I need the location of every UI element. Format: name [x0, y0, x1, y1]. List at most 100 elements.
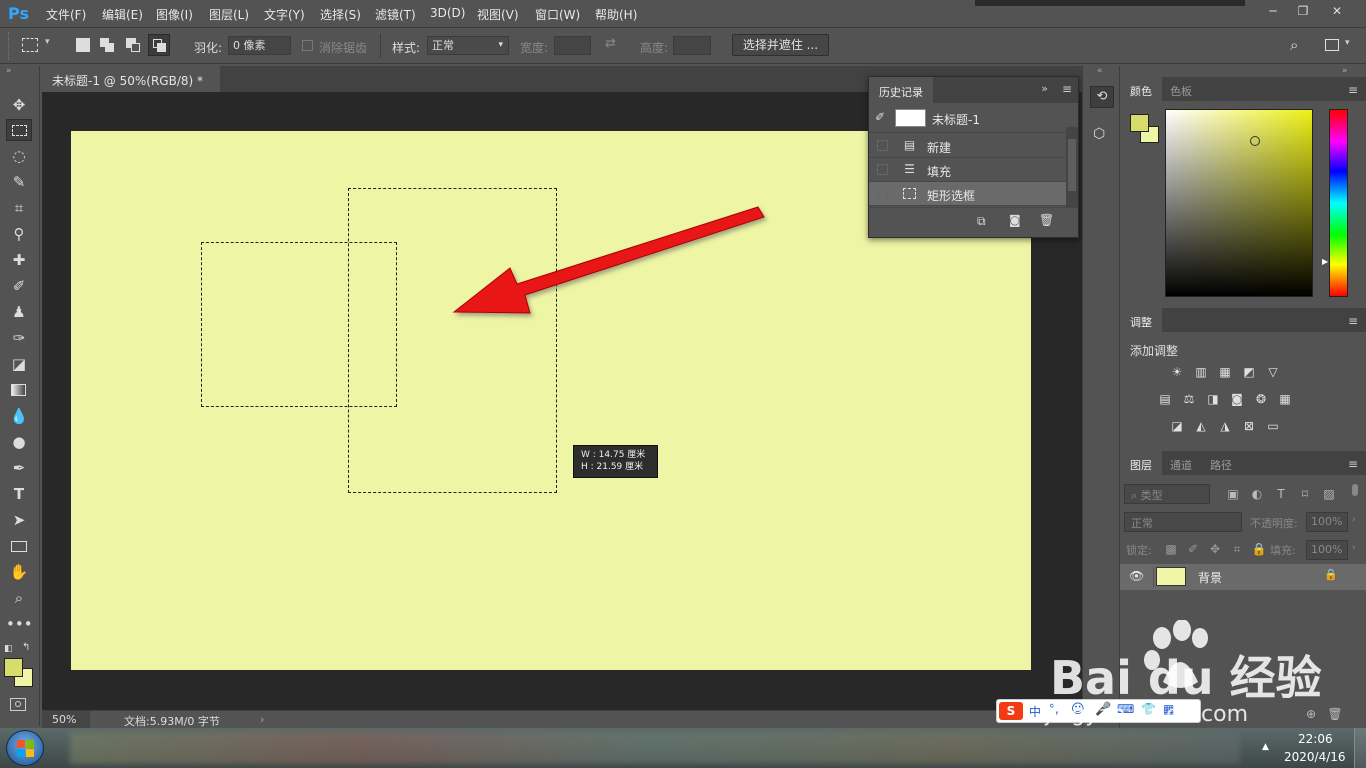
tab-channels[interactable]: 通道	[1160, 451, 1202, 475]
fill-input[interactable]: 100%	[1306, 540, 1348, 560]
menu-3d[interactable]: 3D(D)	[430, 6, 465, 20]
curves-icon[interactable]: ▦	[1216, 364, 1234, 380]
history-item-fill[interactable]: ☰ 填充	[869, 158, 1066, 182]
levels-icon[interactable]: ▥	[1192, 364, 1210, 380]
collapse-icon[interactable]: »	[6, 66, 12, 76]
tab-color[interactable]: 颜色	[1120, 77, 1162, 101]
clock-time[interactable]: 22:06	[1298, 732, 1333, 746]
menu-type[interactable]: 文字(Y)	[264, 6, 305, 23]
marquee-preset-icon[interactable]	[22, 38, 38, 52]
swap-icon[interactable]: ⇄	[605, 36, 616, 51]
panel-menu-icon[interactable]: ≡	[1348, 83, 1358, 97]
height-input[interactable]	[673, 36, 711, 55]
tab-history[interactable]: 历史记录	[869, 77, 933, 103]
history-checkbox[interactable]	[877, 188, 888, 199]
marquee-tool-icon[interactable]	[6, 119, 32, 141]
history-brush-tool-icon[interactable]: ✑	[6, 327, 32, 349]
clock-date[interactable]: 2020/4/16	[1284, 750, 1346, 764]
color-balance-icon[interactable]: ⚖	[1180, 391, 1198, 407]
antialias-checkbox[interactable]	[302, 40, 313, 51]
chevron-down-icon[interactable]: ▾	[45, 37, 50, 47]
history-item-new[interactable]: ▤ 新建	[869, 134, 1066, 158]
filter-pixel-icon[interactable]: ▣	[1224, 486, 1242, 502]
select-and-mask-button[interactable]: 选择并遮住 ...	[732, 34, 829, 56]
menu-layer[interactable]: 图层(L)	[209, 6, 249, 23]
new-document-from-state-icon[interactable]: ⧉	[977, 214, 986, 229]
chevron-right-icon[interactable]: ›	[1352, 515, 1356, 525]
lasso-tool-icon[interactable]: ◌	[6, 145, 32, 167]
subtract-selection-icon[interactable]	[126, 38, 140, 52]
hue-saturation-icon[interactable]: ▤	[1156, 391, 1174, 407]
menu-filter[interactable]: 滤镜(T)	[375, 6, 416, 23]
more-tools-icon[interactable]: •••	[6, 613, 33, 635]
menu-window[interactable]: 窗口(W)	[535, 6, 580, 23]
menu-image[interactable]: 图像(I)	[156, 6, 193, 23]
start-button[interactable]	[6, 730, 44, 766]
layer-row-background[interactable]: 👁 背景 🔒	[1120, 564, 1366, 590]
gradient-map-icon[interactable]: ▭	[1264, 418, 1282, 434]
history-snapshot[interactable]: ✐ 未标题-1	[869, 103, 1066, 133]
layer-filter-select[interactable]: ⌕ 类型	[1124, 484, 1210, 504]
healing-brush-tool-icon[interactable]: ✚	[6, 249, 32, 271]
lock-transparency-icon[interactable]: ▩	[1162, 541, 1180, 557]
type-tool-icon[interactable]: T	[6, 483, 32, 505]
add-selection-icon[interactable]	[100, 38, 114, 52]
search-icon[interactable]: ⌕	[1290, 36, 1298, 54]
move-tool-icon[interactable]: ✥	[6, 94, 32, 116]
brightness-icon[interactable]: ☀	[1168, 364, 1186, 380]
color-field[interactable]	[1165, 109, 1313, 297]
blur-tool-icon[interactable]: 💧	[6, 405, 32, 427]
eraser-tool-icon[interactable]: ◪	[6, 353, 32, 375]
chevron-down-icon[interactable]: ▾	[1345, 38, 1350, 48]
minimize-icon[interactable]: ─	[1258, 2, 1288, 20]
brush-tool-icon[interactable]: ✐	[6, 275, 32, 297]
eyedropper-tool-icon[interactable]: ⚲	[6, 223, 32, 245]
filter-toggle[interactable]	[1352, 484, 1358, 496]
photo-filter-icon[interactable]: ◙	[1228, 391, 1246, 407]
lock-all-icon[interactable]: 🔒	[1250, 541, 1268, 557]
foreground-color-swatch[interactable]	[1130, 114, 1149, 132]
color-lookup-icon[interactable]: ▦	[1276, 391, 1294, 407]
quick-select-tool-icon[interactable]: ✎	[6, 171, 32, 193]
hue-slider-handle[interactable]: ▶	[1322, 257, 1328, 266]
history-brush-icon[interactable]: ✐	[875, 110, 885, 124]
vibrance-icon[interactable]: ▽	[1264, 364, 1282, 380]
swap-colors-icon[interactable]: ↰	[22, 642, 30, 653]
dodge-tool-icon[interactable]: ●	[6, 431, 32, 453]
hue-slider[interactable]	[1329, 109, 1348, 297]
posterize-icon[interactable]: ◭	[1192, 418, 1210, 434]
zoom-tool-icon[interactable]: ⌕	[6, 587, 32, 609]
selective-color-icon[interactable]: ⊠	[1240, 418, 1258, 434]
tab-document[interactable]: 未标题-1 @ 50%(RGB/8) *	[42, 66, 220, 92]
collapse-icon[interactable]: »	[1041, 82, 1048, 95]
black-white-icon[interactable]: ◨	[1204, 391, 1222, 407]
filter-type-icon[interactable]: T	[1272, 486, 1290, 502]
visibility-eye-icon[interactable]: 👁	[1129, 569, 1144, 583]
panel-menu-icon[interactable]: ≡	[1348, 457, 1358, 471]
invert-icon[interactable]: ◪	[1168, 418, 1186, 434]
menu-help[interactable]: 帮助(H)	[595, 6, 637, 23]
lock-position-icon[interactable]: ✥	[1206, 541, 1224, 557]
chevron-right-icon[interactable]: ›	[260, 713, 264, 726]
close-icon[interactable]: ✕	[1322, 2, 1352, 20]
collapse-icon[interactable]: »	[1342, 66, 1348, 76]
ime-mode[interactable]: 中	[1029, 703, 1041, 720]
menu-view[interactable]: 视图(V)	[477, 6, 519, 23]
panel-menu-icon[interactable]: ≡	[1062, 82, 1072, 96]
trash-icon[interactable]: 🗑	[1039, 213, 1054, 227]
tab-layers[interactable]: 图层	[1120, 451, 1162, 475]
tab-paths[interactable]: 路径	[1200, 451, 1242, 475]
menu-edit[interactable]: 编辑(E)	[102, 6, 143, 23]
feather-input[interactable]: 0 像素	[228, 36, 291, 55]
pen-tool-icon[interactable]: ✒	[6, 457, 32, 479]
history-checkbox[interactable]	[877, 164, 888, 175]
lock-pixels-icon[interactable]: ✐	[1184, 541, 1202, 557]
crop-tool-icon[interactable]: ⌗	[6, 197, 32, 219]
new-selection-icon[interactable]	[76, 38, 90, 52]
menu-select[interactable]: 选择(S)	[320, 6, 361, 23]
chevron-right-icon[interactable]: ›	[1352, 543, 1356, 553]
path-select-tool-icon[interactable]: ➤	[6, 509, 32, 531]
hand-tool-icon[interactable]: ✋	[6, 561, 32, 583]
camera-icon[interactable]: ◙	[1009, 213, 1021, 227]
intersect-selection-icon[interactable]	[148, 34, 170, 56]
